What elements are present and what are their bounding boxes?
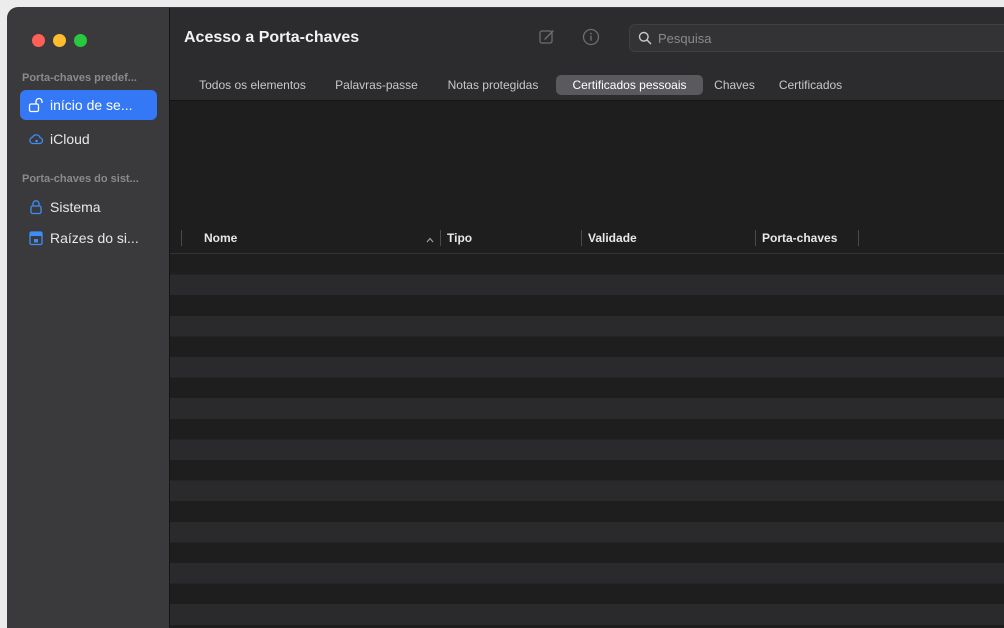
cabinet-icon: [28, 230, 44, 246]
window-controls: [32, 34, 87, 47]
sidebar-item-label: Raízes do si...: [50, 230, 139, 246]
column-header-type[interactable]: Tipo: [447, 231, 472, 245]
close-window-button[interactable]: [32, 34, 45, 47]
tab-all-items[interactable]: Todos os elementos: [192, 75, 313, 95]
column-separator[interactable]: [440, 230, 441, 246]
zoom-window-button[interactable]: [74, 34, 87, 47]
sidebar-section-default-keychains: Porta-chaves predef...: [22, 72, 137, 84]
compose-icon[interactable]: [538, 28, 556, 46]
sidebar-item-system-roots[interactable]: Raízes do si...: [20, 223, 157, 253]
table-header: Nome Tipo Validade Porta-chaves: [170, 223, 1004, 254]
search-icon: [638, 31, 652, 45]
minimize-window-button[interactable]: [53, 34, 66, 47]
column-separator[interactable]: [581, 230, 582, 246]
sidebar-item-icloud[interactable]: iCloud: [20, 124, 157, 154]
detail-preview-area: [170, 101, 1004, 223]
sidebar-item-login[interactable]: início de se...: [20, 90, 157, 120]
cloud-icon: [28, 131, 44, 147]
column-header-expiry[interactable]: Validade: [588, 231, 637, 245]
toolbar: Acesso a Porta-chaves: [170, 8, 1004, 70]
tab-passwords[interactable]: Palavras-passe: [330, 75, 423, 95]
keychain-window: Porta-chaves predef... início de se... i…: [8, 8, 1004, 628]
search-input[interactable]: [658, 30, 958, 46]
column-separator[interactable]: [858, 230, 859, 246]
tab-certificates[interactable]: Certificados: [771, 75, 850, 95]
sort-ascending-icon[interactable]: [425, 232, 435, 243]
column-separator: [181, 230, 182, 246]
padlock-icon: [28, 199, 44, 215]
sidebar-item-label: Sistema: [50, 199, 101, 215]
tab-my-certificates[interactable]: Certificados pessoais: [556, 75, 703, 95]
column-header-keychain[interactable]: Porta-chaves: [762, 231, 837, 245]
window-title: Acesso a Porta-chaves: [184, 29, 360, 46]
tab-secure-notes[interactable]: Notas protegidas: [440, 75, 546, 95]
sidebar-section-system-keychains: Porta-chaves do sist...: [22, 173, 139, 185]
main-content: Acesso a Porta-chaves Pesquisa Todos os …: [170, 8, 1004, 628]
search-field[interactable]: [629, 24, 1004, 52]
sidebar-item-system[interactable]: Sistema: [20, 192, 157, 222]
sidebar-item-label: início de se...: [50, 97, 133, 113]
sidebar: Porta-chaves predef... início de se... i…: [8, 8, 170, 628]
unlocked-padlock-icon: [28, 97, 44, 113]
category-tabs: Todos os elementos Palavras-passe Notas …: [170, 70, 1004, 101]
sidebar-item-label: iCloud: [50, 131, 90, 147]
column-header-name[interactable]: Nome: [204, 231, 237, 245]
info-icon[interactable]: [582, 28, 600, 46]
tab-keys[interactable]: Chaves: [711, 75, 758, 95]
column-separator[interactable]: [755, 230, 756, 246]
certificates-table-body[interactable]: [170, 254, 1004, 628]
